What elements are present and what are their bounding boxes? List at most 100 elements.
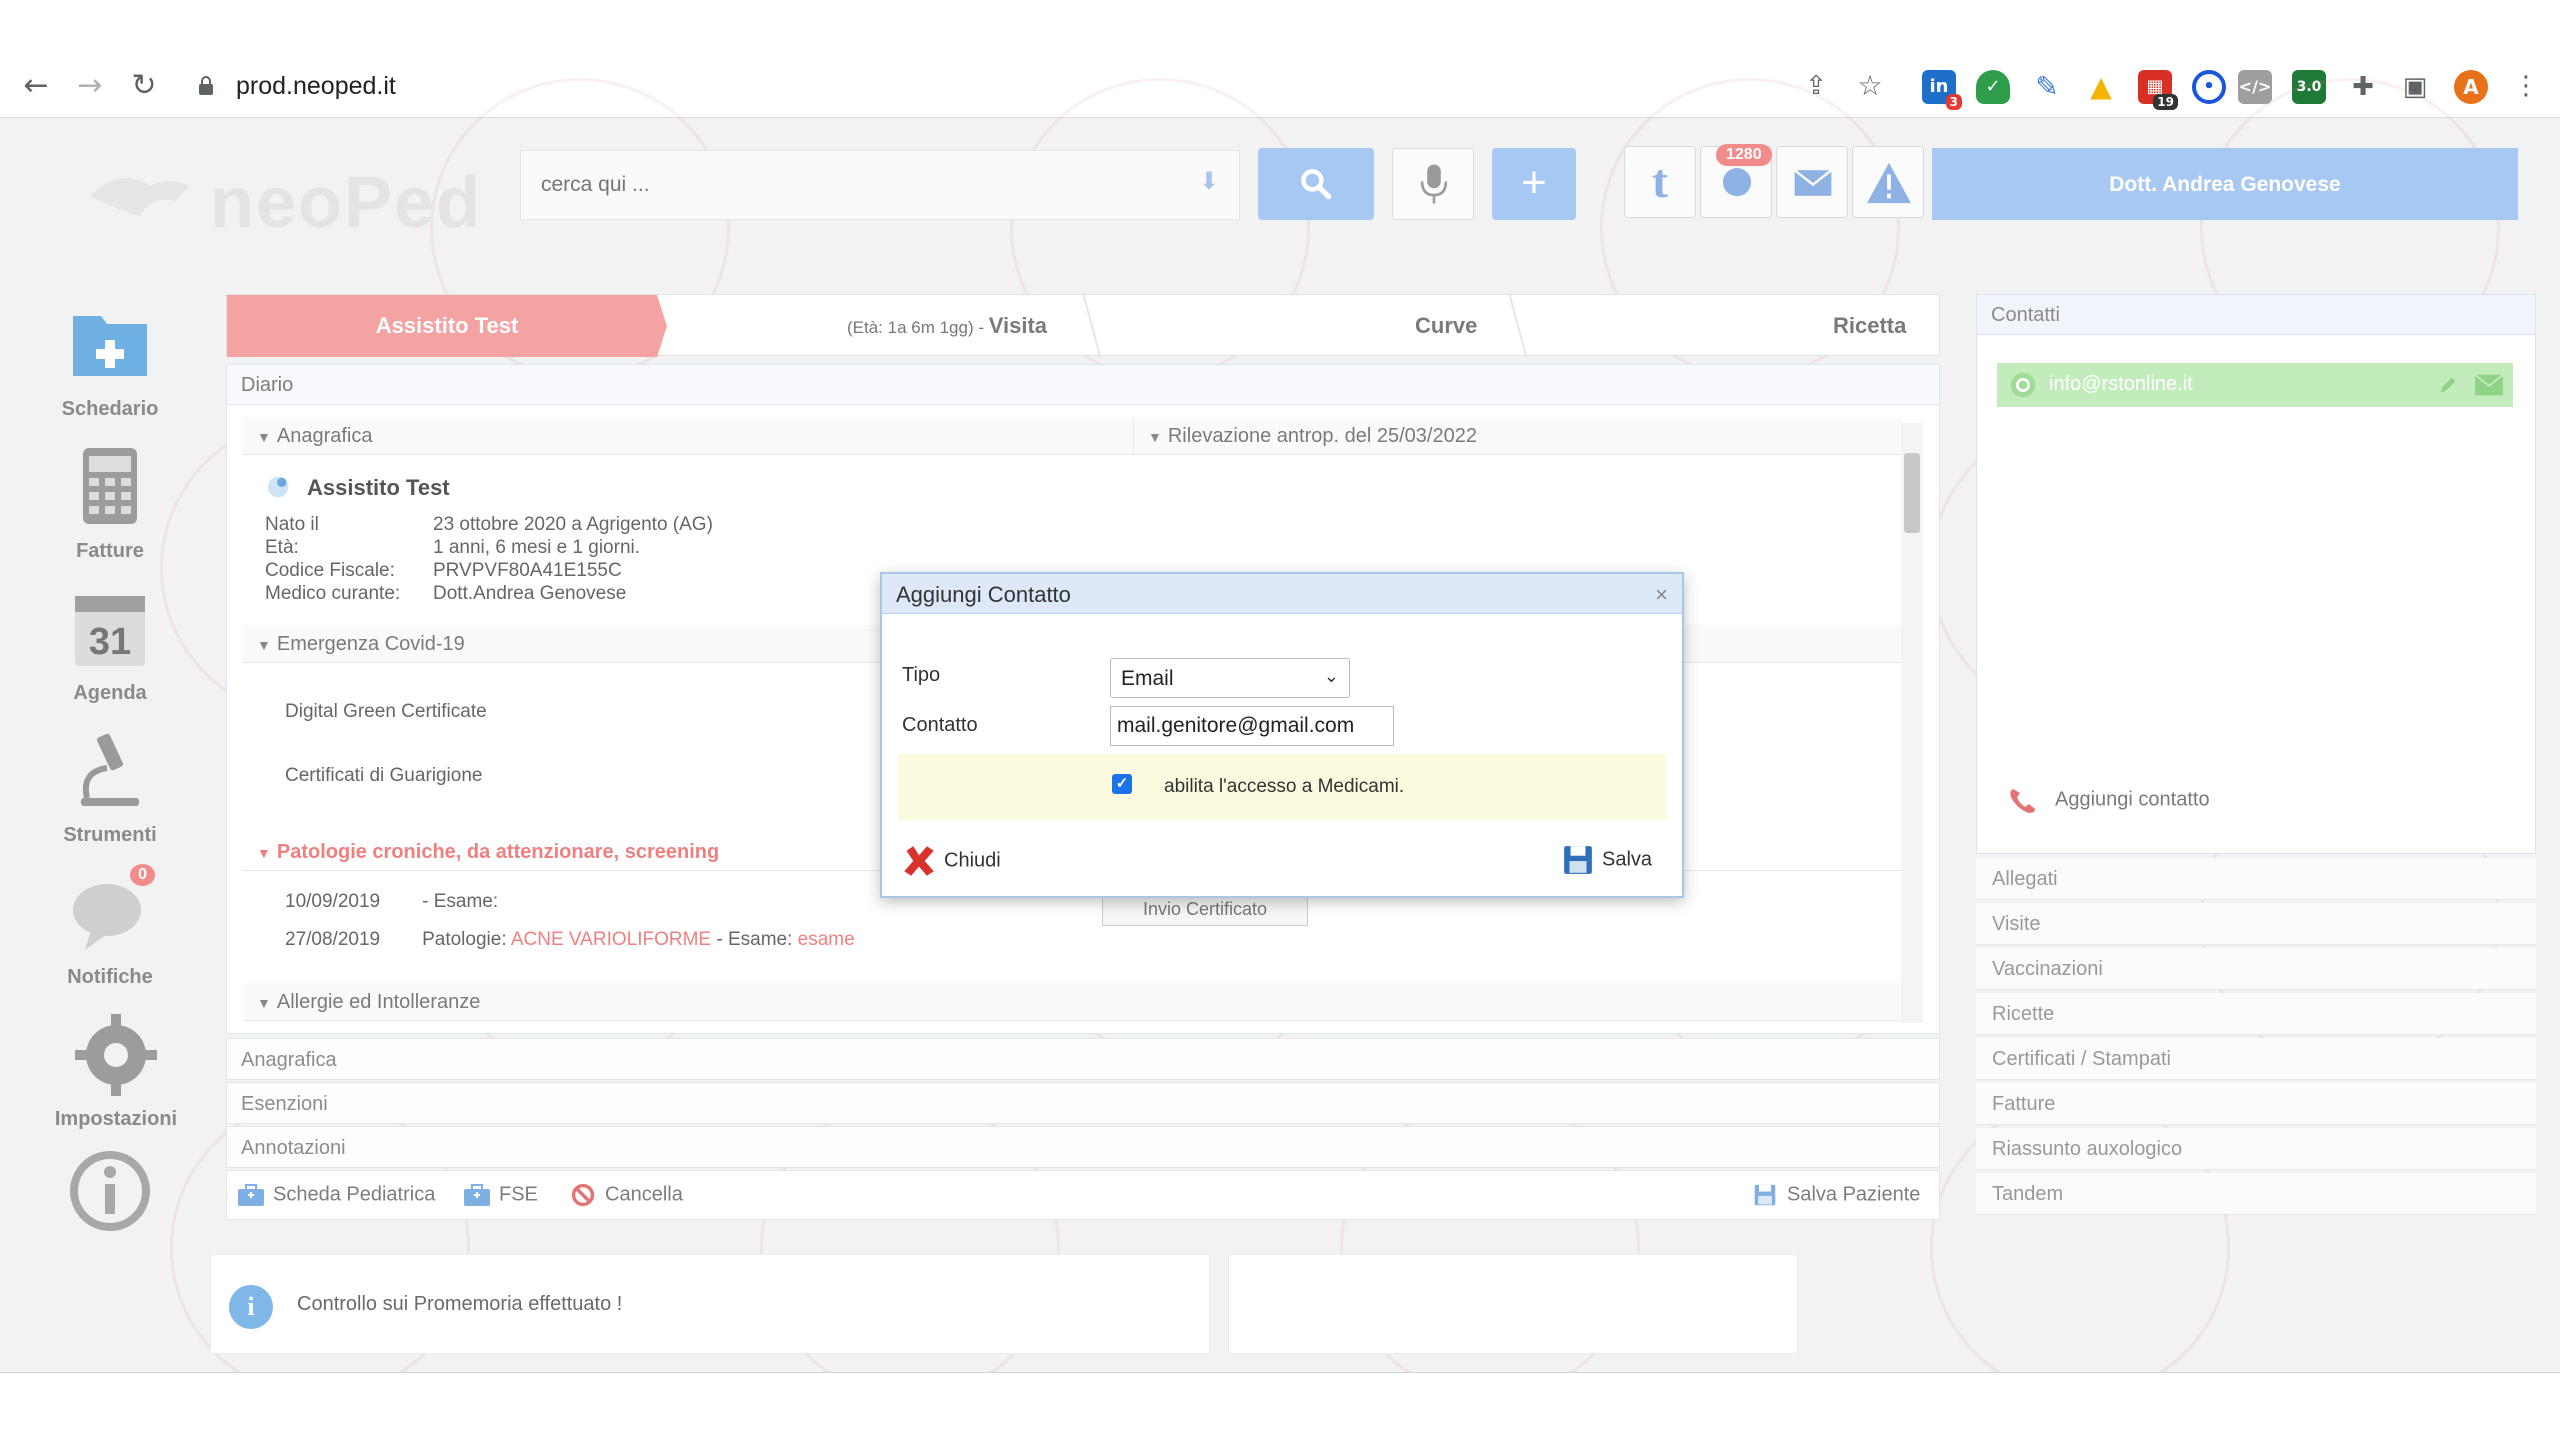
- sidepanel-icon[interactable]: ▣: [2398, 70, 2432, 104]
- ext-code-icon[interactable]: </>: [2238, 70, 2272, 104]
- collapsed-esenzioni[interactable]: Esenzioni: [226, 1082, 1940, 1124]
- ext-shield-icon[interactable]: ✓: [1976, 70, 2010, 104]
- lock-icon: [199, 76, 213, 95]
- tipo-select[interactable]: Email ⌄: [1110, 658, 1350, 698]
- floppy-disk-icon: [1564, 846, 1592, 874]
- anagrafica-section-header[interactable]: ▼ Anagrafica: [243, 417, 1133, 455]
- right-row-fatture[interactable]: Fatture: [1976, 1083, 2536, 1125]
- right-row-ricette[interactable]: Ricette: [1976, 993, 2536, 1035]
- sidebar-item-fatture[interactable]: Fatture: [30, 444, 190, 563]
- salva-button[interactable]: Salva: [1562, 844, 1652, 876]
- close-icon[interactable]: ×: [1655, 582, 1668, 608]
- sidebar-item-notifiche[interactable]: 0 Notifiche: [30, 864, 190, 989]
- ext-calendar-icon[interactable]: 3 in: [1922, 70, 1962, 110]
- sidebar-label: Agenda: [73, 682, 147, 704]
- ext-feather-icon[interactable]: ✎: [2030, 70, 2064, 104]
- diario-title: Diario: [227, 365, 1939, 405]
- speech-bubble-icon: 0: [67, 864, 155, 956]
- cancella-button[interactable]: Cancella: [569, 1183, 683, 1207]
- back-icon[interactable]: ←: [18, 68, 54, 104]
- address-bar[interactable]: prod.neoped.it: [236, 72, 396, 101]
- checkbox-label: abilita l'accesso a Medicami.: [1164, 776, 1405, 797]
- scheda-pediatrica-button[interactable]: Scheda Pediatrica: [237, 1183, 435, 1207]
- menu-kebab-icon[interactable]: ⋮: [2508, 68, 2544, 104]
- right-row-riassunto[interactable]: Riassunto auxologico: [1976, 1128, 2536, 1170]
- allergie-section-header[interactable]: ▼ Allergie ed Intolleranze: [243, 983, 1903, 1021]
- covid-item-green-certificate[interactable]: Digital Green Certificate: [285, 701, 487, 723]
- app-logo: neoPed: [40, 148, 500, 243]
- access-option-row: ✓ abilita l'accesso a Medicami.: [898, 754, 1666, 820]
- edit-pencil-icon[interactable]: [2437, 374, 2459, 396]
- patologia-row[interactable]: 27/08/2019 Patologie: ACNE VARIOLIFORME -…: [285, 929, 855, 951]
- stork-logo-icon: [90, 178, 190, 216]
- collapsed-annotazioni[interactable]: Annotazioni: [226, 1126, 1940, 1168]
- forward-icon[interactable]: →: [72, 68, 108, 104]
- briefcase-icon: [238, 1184, 264, 1206]
- search-dropdown-icon[interactable]: ⬇: [1191, 167, 1227, 203]
- search-field[interactable]: ⬇: [520, 150, 1240, 220]
- sidebar-item-impostazioni[interactable]: Impostazioni: [36, 1012, 196, 1131]
- right-row-tandem[interactable]: Tandem: [1976, 1173, 2536, 1215]
- collapsed-anagrafica[interactable]: Anagrafica: [226, 1038, 1940, 1080]
- extensions-puzzle-icon[interactable]: ✚: [2346, 70, 2380, 104]
- share-icon[interactable]: ⇪: [1798, 68, 1834, 104]
- alert-button[interactable]: [1852, 146, 1924, 218]
- patologia-row[interactable]: 10/09/2019- Esame:: [285, 891, 498, 913]
- tab-visita[interactable]: (Età: 1a 6m 1gg) - Visita: [847, 295, 1047, 357]
- right-row-vaccinazioni[interactable]: Vaccinazioni: [1976, 948, 2536, 990]
- reminder-text: Controllo sui Promemoria effettuato !: [297, 1293, 623, 1315]
- user-menu-button[interactable]: Dott. Andrea Genovese: [1932, 148, 2518, 220]
- svg-text:31: 31: [89, 621, 131, 663]
- microscope-icon: [67, 728, 153, 814]
- dialog-title: Aggiungi Contatto: [882, 574, 1682, 614]
- right-row-allegati[interactable]: Allegati: [1976, 858, 2536, 900]
- sidebar-item-schedario[interactable]: Schedario: [30, 302, 190, 421]
- contatto-input[interactable]: [1110, 706, 1394, 746]
- tab-assistito[interactable]: Assistito Test: [227, 295, 667, 357]
- mail-button[interactable]: [1776, 146, 1848, 218]
- rilevazione-section-header[interactable]: ▼ Rilevazione antrop. del 25/03/2022: [1133, 417, 1903, 455]
- status-bar: [0, 1372, 2560, 1440]
- info-circle-button[interactable]: [30, 1148, 190, 1244]
- warning-icon: [1867, 162, 1911, 204]
- bookmark-star-icon[interactable]: ☆: [1852, 68, 1888, 104]
- contact-item[interactable]: info@rstonline.it: [1997, 363, 2513, 407]
- add-button[interactable]: +: [1492, 148, 1576, 220]
- floppy-disk-icon: [1754, 1184, 1776, 1206]
- chiudi-button[interactable]: Chiudi: [902, 844, 1001, 878]
- phone-icon: [2010, 789, 2035, 813]
- scroll-thumb[interactable]: [1904, 453, 1920, 533]
- ext-circle-icon[interactable]: •: [2192, 70, 2226, 104]
- ext-calendar2-icon[interactable]: 19 ▦: [2138, 70, 2178, 110]
- diario-scrollbar[interactable]: [1901, 423, 1923, 1023]
- ext-grammar-icon[interactable]: 3.0: [2292, 70, 2326, 104]
- chat-bubble-icon: [1722, 168, 1752, 197]
- gear-icon: [73, 1012, 159, 1098]
- tab-curve[interactable]: Curve: [1415, 295, 1477, 357]
- send-mail-icon[interactable]: [2473, 371, 2505, 399]
- profile-avatar[interactable]: A: [2454, 70, 2488, 104]
- sidebar-label: Strumenti: [63, 824, 157, 846]
- search-button[interactable]: [1258, 148, 1374, 220]
- salva-paziente-button[interactable]: Salva Paziente: [1751, 1183, 1920, 1207]
- tipo-label: Tipo: [902, 664, 941, 686]
- right-row-visite[interactable]: Visite: [1976, 903, 2536, 945]
- tab-ricetta[interactable]: Ricetta: [1833, 295, 1906, 357]
- contatti-title: Contatti: [1977, 295, 2535, 335]
- sidebar-item-agenda[interactable]: 31 Agenda: [30, 586, 190, 705]
- fse-button[interactable]: FSE: [463, 1183, 538, 1207]
- patient-name: Assistito Test: [307, 475, 450, 500]
- covid-item-guarigione[interactable]: Certificati di Guarigione: [285, 765, 482, 787]
- voice-button[interactable]: [1392, 148, 1474, 220]
- add-contact-button[interactable]: Aggiungi contatto: [2007, 785, 2210, 815]
- right-row-certificati[interactable]: Certificati / Stampati: [1976, 1038, 2536, 1080]
- sidebar-label: Notifiche: [67, 966, 153, 988]
- info-icon: i: [229, 1285, 273, 1329]
- ext-drive-icon[interactable]: ▲: [2084, 70, 2118, 104]
- right-panel: Contatti info@rstonline.it Aggiungi cont…: [1976, 294, 2536, 1224]
- reload-icon[interactable]: ↻: [126, 68, 162, 104]
- tumblr-button[interactable]: t: [1624, 146, 1696, 218]
- search-input[interactable]: [521, 151, 1121, 219]
- medicami-access-checkbox[interactable]: ✓: [1112, 774, 1132, 794]
- sidebar-item-strumenti[interactable]: Strumenti: [30, 728, 190, 847]
